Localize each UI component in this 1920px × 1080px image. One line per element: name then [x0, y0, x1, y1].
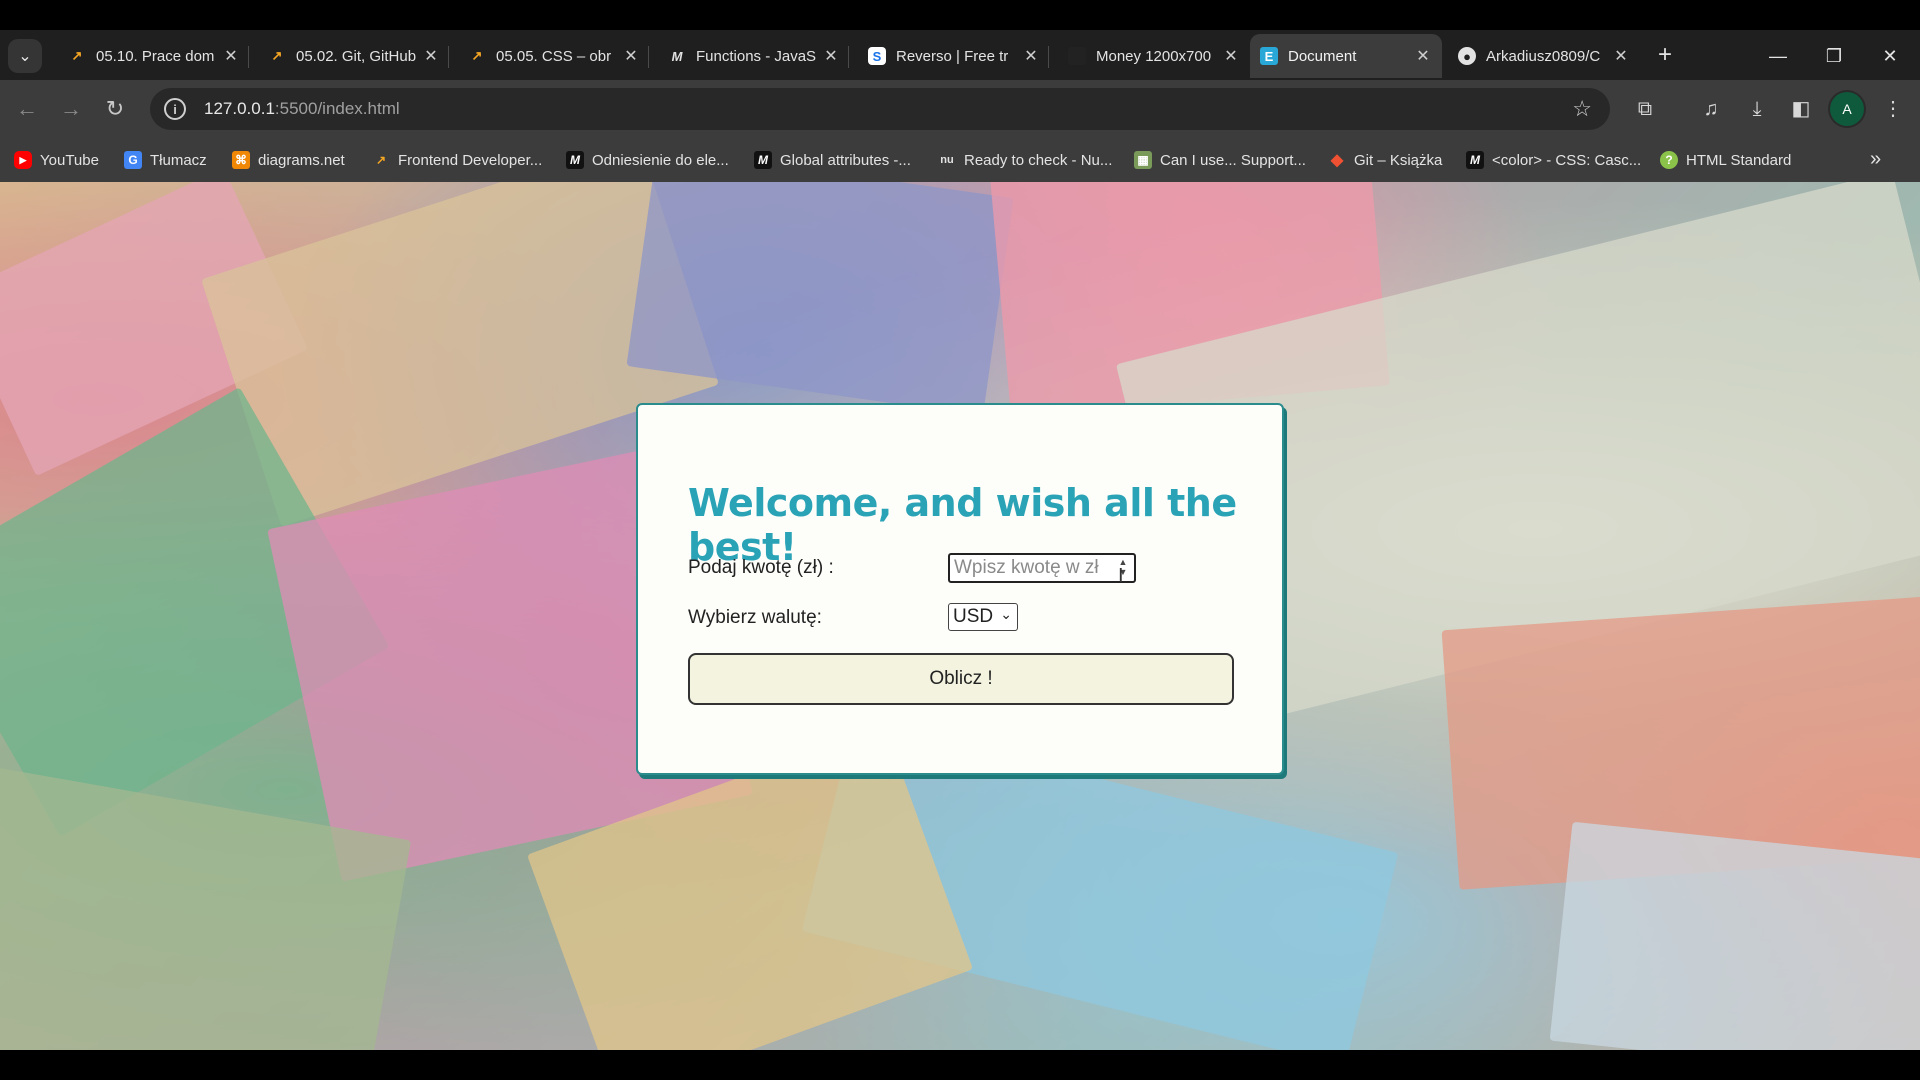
- close-tab-icon[interactable]: ✕: [422, 46, 440, 66]
- currency-label: Wybierz walutę:: [688, 607, 822, 628]
- bookmark-item[interactable]: ◆ Git – Książka: [1328, 148, 1443, 172]
- calculate-button[interactable]: Oblicz !: [688, 653, 1234, 705]
- converter-card: Welcome, and wish all the best! Podaj kw…: [636, 403, 1284, 775]
- arrow-right-icon: →: [60, 96, 82, 121]
- tab-favicon-icon: ↗: [71, 48, 83, 63]
- bookmark-item[interactable]: M <color> - CSS: Casc...: [1466, 148, 1641, 172]
- amount-label: Podaj kwotę (zł) :: [688, 557, 834, 578]
- tab-item-active[interactable]: E Document ✕: [1250, 34, 1442, 78]
- banknote-image: [1549, 821, 1920, 1050]
- avatar[interactable]: A: [1830, 92, 1864, 126]
- amount-input[interactable]: [948, 553, 1136, 583]
- address-bar[interactable]: i 127.0.0.1:5500/index.html ☆: [150, 88, 1610, 130]
- youtube-icon: ▶: [14, 151, 32, 169]
- mdn-favicon-icon: M: [671, 48, 683, 64]
- tab-divider: [648, 46, 649, 68]
- tab-divider: [248, 46, 249, 68]
- minimize-icon: —: [1769, 46, 1787, 66]
- tab-favicon-icon: ↗: [271, 48, 283, 63]
- bookmarks-bar: ▶ YouTube G Tłumacz ⌘ diagrams.net ↗ Fro…: [0, 138, 1920, 183]
- bookmark-item[interactable]: M Odniesienie do ele...: [566, 148, 729, 172]
- reload-icon: ↻: [105, 96, 125, 121]
- github-favicon-icon: ●: [1458, 47, 1476, 65]
- bookmark-item[interactable]: ▶ YouTube: [14, 148, 99, 172]
- tab-item[interactable]: M Functions - JavaS ✕: [658, 34, 850, 78]
- close-tab-icon[interactable]: ✕: [222, 46, 240, 66]
- bookmark-item[interactable]: G Tłumacz: [124, 148, 207, 172]
- bookmark-star-icon[interactable]: ☆: [1572, 96, 1592, 122]
- bookmark-item[interactable]: ↗ Frontend Developer...: [372, 148, 542, 172]
- tab-favicon-icon: ↗: [471, 48, 483, 63]
- forward-button[interactable]: →: [54, 92, 88, 126]
- chevron-down-icon: ⌄: [1000, 606, 1012, 622]
- media-control-icon[interactable]: ♫: [1694, 92, 1728, 126]
- mdn-icon: M: [566, 151, 584, 169]
- more-bookmarks-icon[interactable]: »: [1870, 148, 1881, 171]
- caniuse-icon: ▦: [1134, 151, 1152, 169]
- chevron-down-icon: ⌄: [18, 48, 32, 65]
- document-favicon-icon: E: [1260, 47, 1278, 65]
- side-panel-icon[interactable]: ◧: [1784, 92, 1818, 126]
- new-tab-button[interactable]: +: [1650, 40, 1680, 70]
- tab-item[interactable]: Money 1200x700 ✕: [1058, 34, 1250, 78]
- close-window-button[interactable]: ✕: [1862, 34, 1918, 78]
- text-cursor-icon: I: [1118, 565, 1124, 587]
- bookmark-item[interactable]: M Global attributes -...: [754, 148, 911, 172]
- restore-icon: ❐: [1825, 46, 1843, 66]
- arrow-left-icon: ←: [16, 96, 38, 121]
- url-text: 127.0.0.1:5500/index.html: [204, 99, 400, 118]
- currency-select[interactable]: USD ⌄: [948, 603, 1018, 631]
- bookmark-item[interactable]: nu Ready to check - Nu...: [938, 148, 1112, 172]
- browser-toolbar: ← → ↻ i 127.0.0.1:5500/index.html ☆ ⧉ ♫ …: [0, 80, 1920, 138]
- tab-strip: ⌄ ↗ 05.10. Prace dom ✕ ↗ 05.02. Git, Git…: [0, 30, 1920, 80]
- site-info-icon[interactable]: i: [164, 98, 186, 120]
- close-tab-icon[interactable]: ✕: [1222, 46, 1240, 66]
- bookmark-item[interactable]: ⌘ diagrams.net: [232, 148, 345, 172]
- reverso-favicon-icon: S: [868, 47, 886, 65]
- close-icon: ✕: [1882, 46, 1898, 66]
- download-icon[interactable]: ⤓: [1740, 92, 1774, 126]
- nu-validator-icon: nu: [940, 154, 954, 166]
- git-icon: ◆: [1330, 152, 1344, 169]
- bookmark-item[interactable]: ? HTML Standard: [1660, 148, 1791, 172]
- menu-kebab-icon[interactable]: ⋮: [1876, 92, 1910, 126]
- mdn-icon: M: [754, 151, 772, 169]
- close-tab-icon[interactable]: ✕: [1022, 46, 1040, 66]
- back-button[interactable]: ←: [10, 92, 44, 126]
- tab-divider: [848, 46, 849, 68]
- tab-divider: [1048, 46, 1049, 68]
- tab-item[interactable]: S Reverso | Free tr ✕: [858, 34, 1050, 78]
- tab-item[interactable]: ↗ 05.05. CSS – obr ✕: [458, 34, 650, 78]
- tab-divider: [448, 46, 449, 68]
- tab-item[interactable]: ↗ 05.10. Prace dom ✕: [58, 34, 250, 78]
- close-tab-icon[interactable]: ✕: [1414, 46, 1432, 66]
- minimize-button[interactable]: —: [1750, 34, 1806, 78]
- tab-item[interactable]: ↗ 05.02. Git, GitHub ✕: [258, 34, 450, 78]
- bookmark-item[interactable]: ▦ Can I use... Support...: [1134, 148, 1306, 172]
- bottom-black-bar: [0, 1050, 1920, 1080]
- course-icon: ↗: [375, 153, 387, 167]
- image-favicon-icon: [1068, 47, 1086, 65]
- close-tab-icon[interactable]: ✕: [622, 46, 640, 66]
- translate-icon: G: [124, 151, 142, 169]
- close-tab-icon[interactable]: ✕: [822, 46, 840, 66]
- tab-search-button[interactable]: ⌄: [8, 39, 42, 73]
- help-icon: ?: [1660, 151, 1678, 169]
- mdn-icon: M: [1466, 151, 1484, 169]
- reload-button[interactable]: ↻: [98, 92, 132, 126]
- plus-icon: +: [1657, 41, 1672, 68]
- page-viewport: Welcome, and wish all the best! Podaj kw…: [0, 182, 1920, 1050]
- restore-button[interactable]: ❐: [1806, 34, 1862, 78]
- tab-item[interactable]: ● Arkadiusz0809/C ✕: [1448, 34, 1640, 78]
- extensions-icon[interactable]: ⧉: [1628, 92, 1662, 126]
- close-tab-icon[interactable]: ✕: [1612, 46, 1630, 66]
- diagrams-icon: ⌘: [232, 151, 250, 169]
